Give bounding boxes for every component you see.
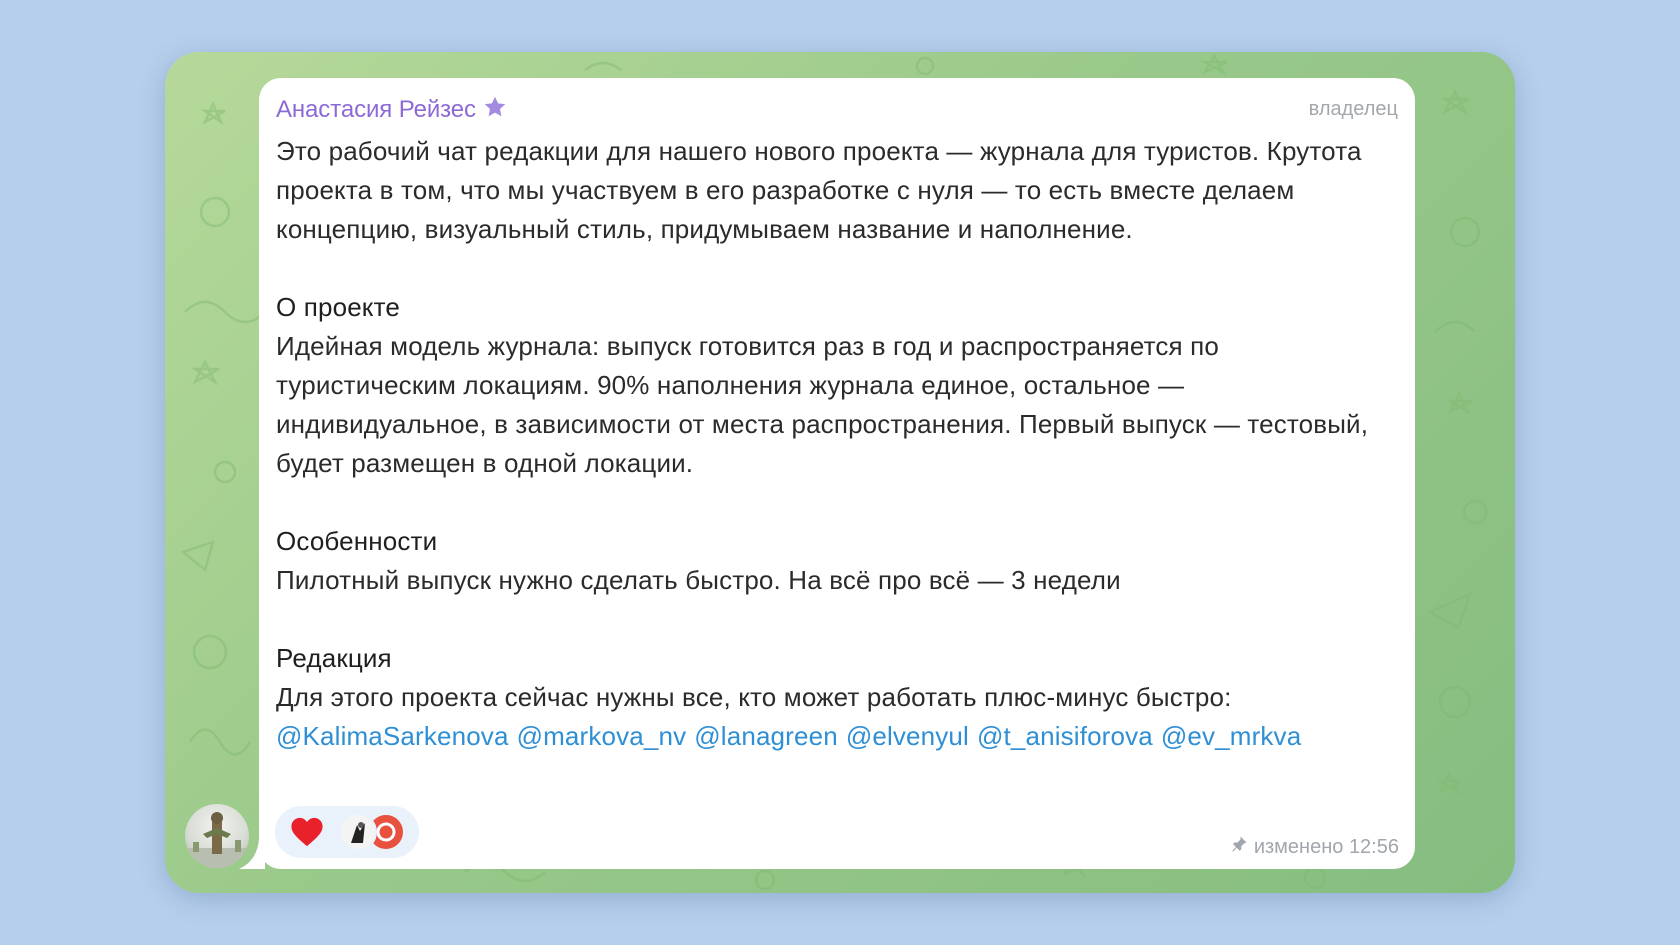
edited-label: изменено bbox=[1253, 835, 1344, 858]
pin-icon bbox=[1230, 835, 1248, 859]
mention-link[interactable]: @lanagreen bbox=[694, 721, 838, 751]
mention-link[interactable]: @t_anisiforova bbox=[977, 721, 1153, 751]
sender-name[interactable]: Анастасия Рейзес bbox=[276, 96, 476, 124]
features-paragraph: Пилотный выпуск нужно сделать быстро. На… bbox=[276, 565, 1121, 595]
mention-link[interactable]: @ev_mrkva bbox=[1161, 721, 1301, 751]
reactor-avatar bbox=[339, 813, 377, 851]
mentions-line: @KalimaSarkenova @markova_nv @lanagreen @el… bbox=[276, 717, 1401, 756]
heart-icon bbox=[290, 816, 324, 853]
team-paragraph: Для этого проекта сейчас нужны все, кто … bbox=[276, 682, 1232, 712]
team-heading: Редакция bbox=[276, 643, 392, 673]
mention-link[interactable]: @markova_nv bbox=[517, 721, 687, 751]
mention-link[interactable]: @elvenyul bbox=[846, 721, 969, 751]
intro-paragraph: Это рабочий чат редакции для нашего ново… bbox=[276, 136, 1362, 244]
role-badge: владелец bbox=[1308, 98, 1398, 120]
star-icon bbox=[482, 94, 508, 125]
message-time: 12:56 bbox=[1348, 835, 1399, 858]
chat-window: Анастасия Рейзес владелец Это рабочий ча… bbox=[165, 52, 1515, 893]
message-text: Это рабочий чат редакции для нашего ново… bbox=[276, 132, 1401, 756]
about-heading: О проекте bbox=[276, 292, 400, 322]
features-heading: Особенности bbox=[276, 526, 438, 556]
message-header: Анастасия Рейзес владелец bbox=[276, 94, 1398, 124]
message-meta: изменено 12:56 bbox=[1230, 835, 1399, 859]
mention-link[interactable]: @KalimaSarkenova bbox=[276, 721, 509, 751]
reaction-chip[interactable] bbox=[275, 806, 419, 858]
message-bubble[interactable]: Анастасия Рейзес владелец Это рабочий ча… bbox=[259, 78, 1415, 869]
about-paragraph: Идейная модель журнала: выпуск готовится… bbox=[276, 331, 1369, 478]
